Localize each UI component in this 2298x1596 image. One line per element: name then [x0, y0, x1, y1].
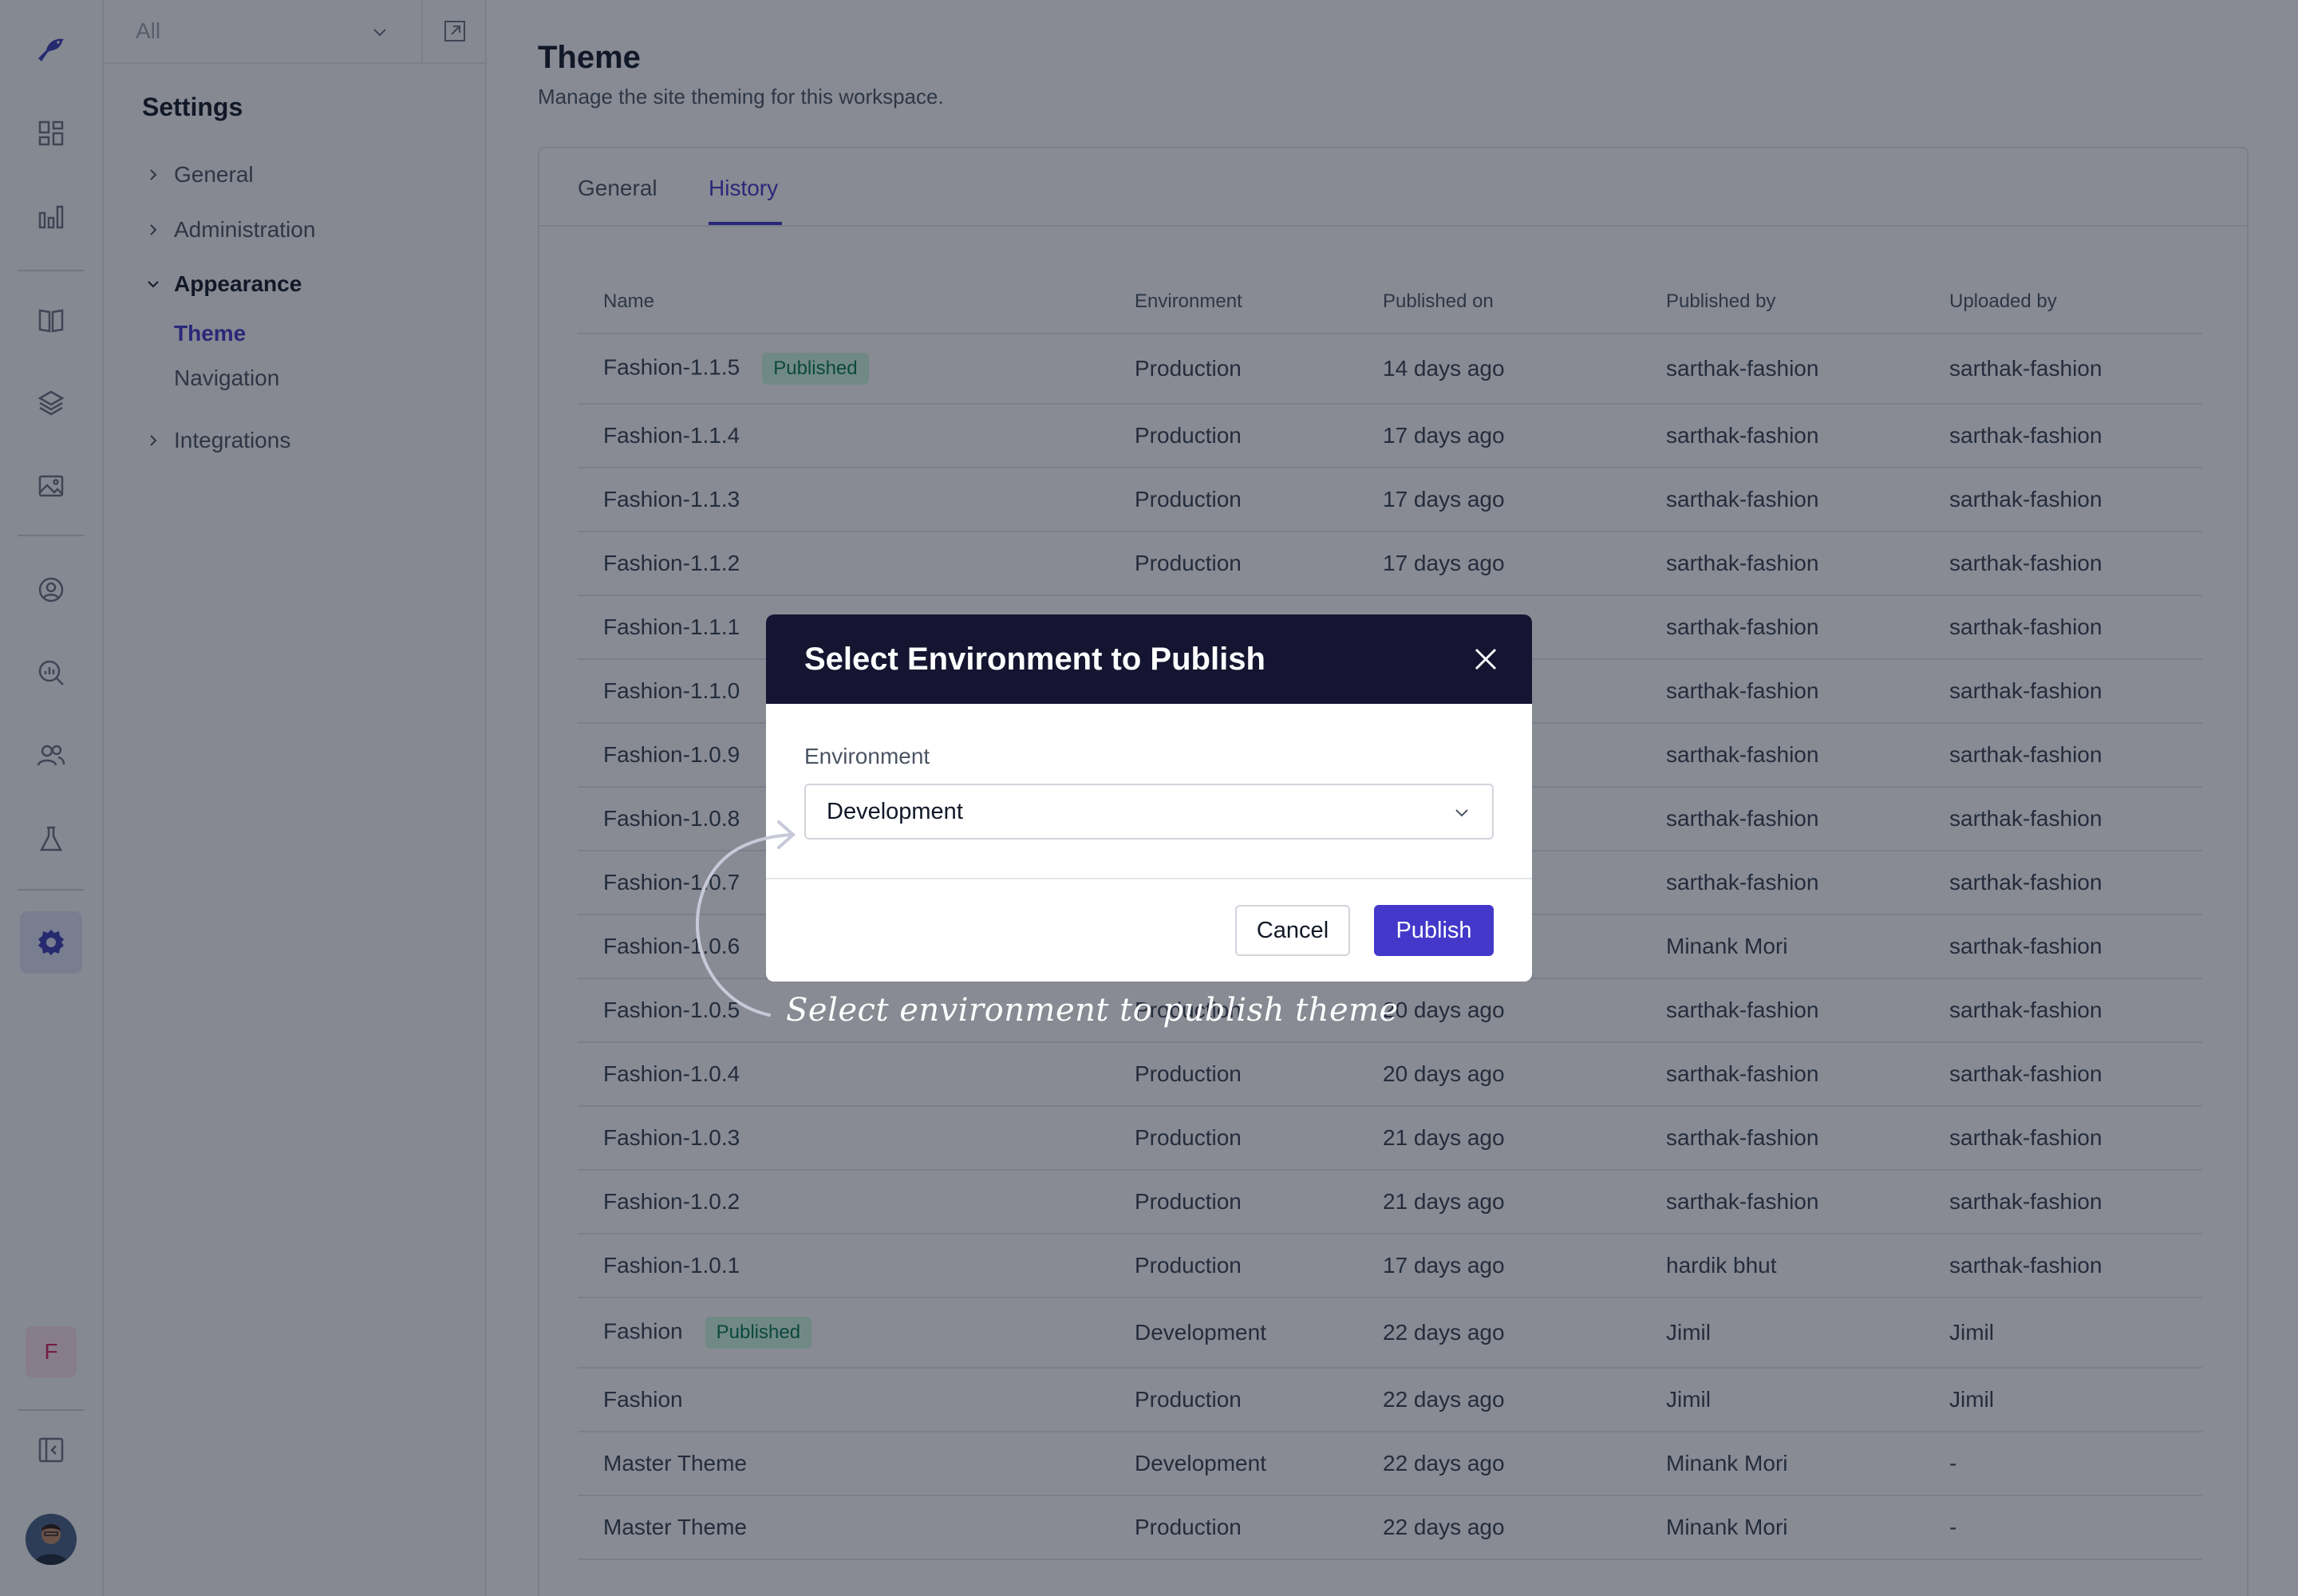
cancel-button[interactable]: Cancel [1235, 905, 1350, 956]
environment-select-value: Development [827, 798, 963, 824]
annotation-text: Select environment to publish theme [786, 992, 1399, 1029]
modal-header: Select Environment to Publish [766, 614, 1532, 704]
annotation-arrow-icon [695, 820, 796, 1017]
environment-label: Environment [804, 744, 930, 768]
publish-button[interactable]: Publish [1374, 905, 1494, 956]
modal-title: Select Environment to Publish [804, 641, 1265, 677]
environment-select[interactable]: Development [804, 784, 1494, 839]
close-icon[interactable] [1470, 643, 1502, 675]
chevron-down-icon [1455, 809, 1468, 817]
modal-divider [766, 878, 1532, 879]
publish-modal: Select Environment to Publish Environmen… [766, 614, 1532, 982]
